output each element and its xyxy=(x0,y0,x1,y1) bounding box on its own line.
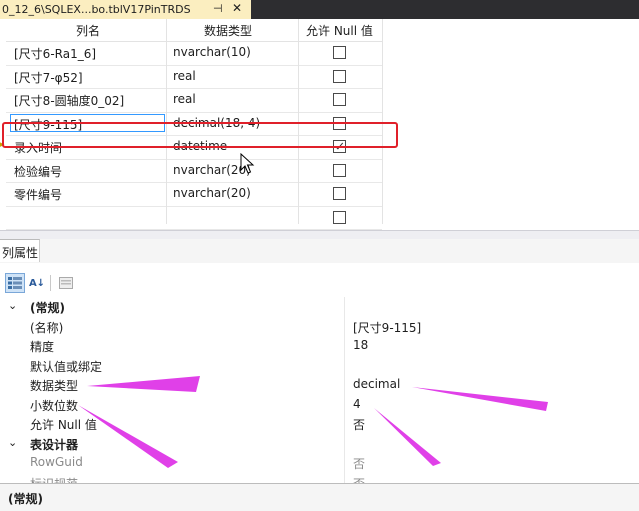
data-type-cell[interactable]: real xyxy=(173,92,196,106)
property-label: 默认值或绑定 xyxy=(30,359,103,374)
column-name-cell[interactable]: 检验编号 xyxy=(14,163,62,180)
property-category[interactable]: ⌄ (常规) xyxy=(0,297,639,317)
document-tab[interactable]: 0_12_6\SQLEX...bo.tblV17PinTRDS ⊣ ✕ xyxy=(0,0,251,19)
property-label: 精度 xyxy=(30,340,55,354)
pin-icon[interactable]: ⊣ xyxy=(213,2,223,15)
document-tab-title: 0_12_6\SQLEX...bo.tblV17PinTRDS xyxy=(2,3,191,16)
property-value[interactable]: 4 xyxy=(353,397,361,411)
property-pages-icon[interactable] xyxy=(56,273,76,293)
tab-column-properties[interactable]: 列属性 xyxy=(0,239,40,262)
property-category[interactable]: ⌄ 表设计器 xyxy=(0,433,639,453)
property-grid: ⌄ (常规) (名称) [尺寸9-115] 精度 18 默认值或绑定 数据类型 decimal 小… xyxy=(0,297,639,483)
property-row[interactable]: (名称) [尺寸9-115] xyxy=(0,317,639,337)
data-type-cell[interactable]: nvarchar(10) xyxy=(173,45,251,59)
property-label: (名称) xyxy=(30,320,64,335)
column-name-cell[interactable]: [尺寸6-Ra1_6] xyxy=(14,45,96,62)
chevron-down-icon[interactable]: ⌄ xyxy=(8,299,17,312)
property-label: 数据类型 xyxy=(30,379,79,393)
property-value[interactable]: 否 xyxy=(353,475,365,484)
toolbar-separator xyxy=(50,275,51,291)
table-designer-grid: 列名 数据类型 允许 Null 值 [尺寸6-Ra1_6] nvarchar(10… xyxy=(0,19,639,230)
chevron-down-icon[interactable]: ⌄ xyxy=(8,436,17,449)
property-label: 标识规范 xyxy=(30,475,78,484)
column-name-cell[interactable]: 零件编号 xyxy=(14,186,62,203)
column-header-type: 数据类型 xyxy=(204,24,253,38)
close-icon[interactable]: ✕ xyxy=(232,1,242,15)
property-value[interactable]: decimal xyxy=(353,377,400,391)
property-row[interactable]: 默认值或绑定 xyxy=(0,356,639,376)
highlight-box xyxy=(2,122,398,148)
allow-null-checkbox[interactable] xyxy=(333,210,346,224)
column-name-cell[interactable]: [尺寸8-圆轴度0_02] xyxy=(14,92,124,109)
property-row[interactable]: 数据类型 decimal xyxy=(0,375,639,395)
document-tab-strip: 0_12_6\SQLEX...bo.tblV17PinTRDS ⊣ ✕ xyxy=(0,0,639,19)
table-row[interactable]: [尺寸6-Ra1_6] nvarchar(10) xyxy=(6,42,382,66)
property-row[interactable]: 允许 Null 值 否 xyxy=(0,414,639,434)
property-divider[interactable] xyxy=(344,297,345,483)
column-name-cell[interactable]: [尺寸7-φ52] xyxy=(14,69,83,86)
mouse-cursor-icon xyxy=(240,153,255,174)
property-row[interactable]: RowGuid 否 xyxy=(0,453,639,473)
property-label: 小数位数 xyxy=(30,398,79,413)
table-row[interactable]: 检验编号 nvarchar(20) xyxy=(6,160,382,183)
property-row[interactable]: 小数位数 4 xyxy=(0,395,639,415)
allow-null-checkbox[interactable] xyxy=(333,187,346,200)
column-header-name: 列名 xyxy=(76,24,101,38)
property-row[interactable]: 标识规范 否 xyxy=(0,473,639,484)
allow-null-checkbox[interactable] xyxy=(333,69,346,83)
property-value[interactable]: 否 xyxy=(353,416,365,433)
properties-tab-bar: 列属性 xyxy=(0,239,639,263)
description-title: (常规) xyxy=(8,492,43,506)
property-label: (常规) xyxy=(30,301,65,315)
categorized-icon[interactable] xyxy=(5,273,25,293)
property-value[interactable]: [尺寸9-115] xyxy=(353,319,421,336)
table-row[interactable]: [尺寸8-圆轴度0_02] real xyxy=(6,89,382,113)
data-type-cell[interactable]: real xyxy=(173,69,196,83)
properties-toolbar: A↓ xyxy=(0,273,639,295)
property-label: 允许 Null 值 xyxy=(30,418,97,432)
alphabetical-label: A↓ xyxy=(28,277,46,289)
table-row[interactable]: [尺寸7-φ52] real xyxy=(6,66,382,89)
table-row[interactable] xyxy=(6,207,382,230)
allow-null-checkbox[interactable] xyxy=(333,163,346,177)
allow-null-checkbox[interactable] xyxy=(333,46,346,59)
property-value[interactable]: 18 xyxy=(353,338,368,352)
data-type-cell[interactable]: nvarchar(20) xyxy=(173,186,251,200)
property-row[interactable]: 精度 18 xyxy=(0,336,639,356)
grid-header: 列名 数据类型 允许 Null 值 xyxy=(6,19,382,42)
property-label: 表设计器 xyxy=(30,437,79,452)
property-label: RowGuid xyxy=(30,455,83,469)
column-header-allow-null: 允许 Null 值 xyxy=(306,24,373,38)
table-row[interactable]: 零件编号 nvarchar(20) xyxy=(6,183,382,207)
description-bar: (常规) xyxy=(0,483,639,511)
allow-null-checkbox[interactable] xyxy=(333,93,346,106)
alphabetical-icon[interactable]: A↓ xyxy=(27,273,47,293)
property-value[interactable]: 否 xyxy=(353,455,365,472)
